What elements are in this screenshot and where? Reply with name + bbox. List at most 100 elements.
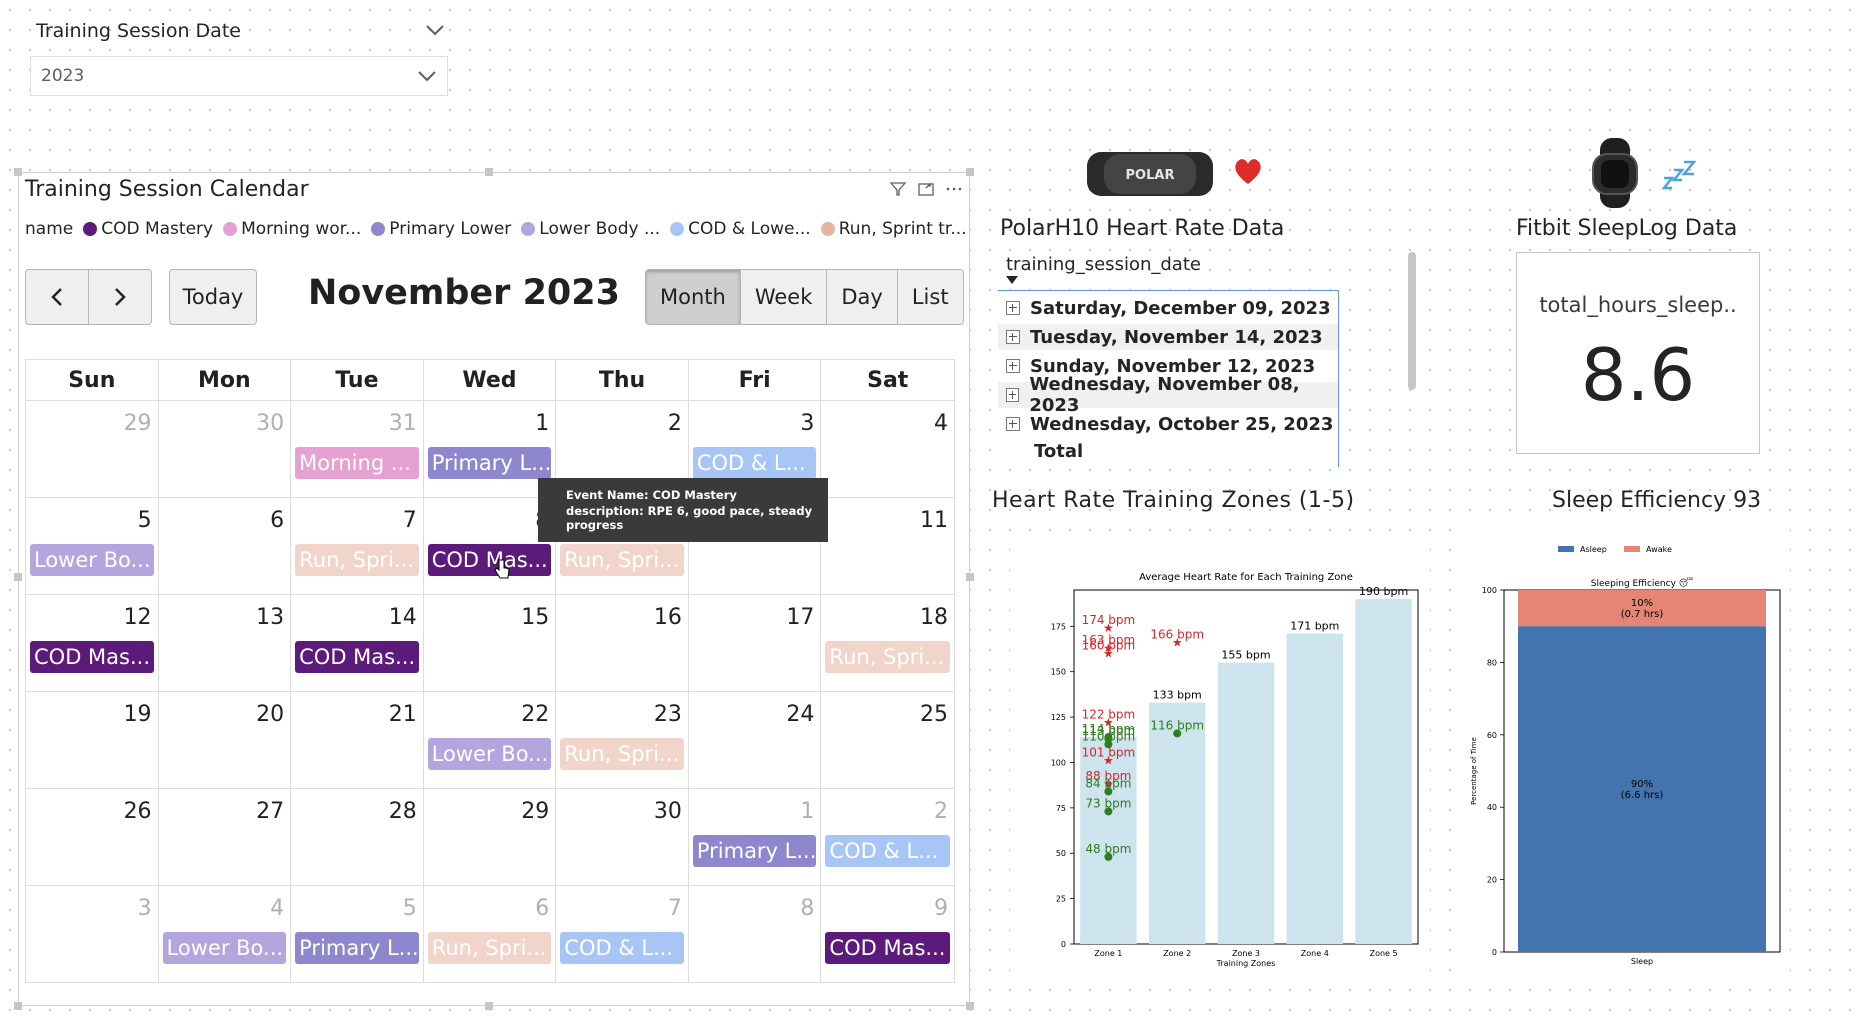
legend-item[interactable]: Morning wor... xyxy=(223,219,361,239)
expand-plus-icon[interactable] xyxy=(1006,359,1020,373)
day-cell[interactable]: 29 xyxy=(424,789,557,885)
day-cell[interactable]: 5 Primary L... xyxy=(291,886,424,982)
day-number[interactable]: 1 xyxy=(535,411,549,436)
day-number[interactable]: 9 xyxy=(934,896,948,921)
day-number[interactable]: 16 xyxy=(654,605,682,630)
day-cell[interactable]: 2 COD & L... xyxy=(821,789,954,885)
day-number[interactable]: 23 xyxy=(654,702,682,727)
day-number[interactable]: 27 xyxy=(256,799,284,824)
day-cell[interactable]: 14 COD Mas... xyxy=(291,595,424,691)
day-cell[interactable]: 31 Morning ... xyxy=(291,401,424,497)
resize-handle[interactable] xyxy=(966,1002,974,1010)
day-number[interactable]: 14 xyxy=(389,605,417,630)
day-cell[interactable]: 4 xyxy=(821,401,954,497)
calendar-event[interactable]: Primary L... xyxy=(427,447,552,479)
prev-month-button[interactable] xyxy=(26,270,89,324)
matrix-row[interactable]: Wednesday, November 08, 2023 xyxy=(998,374,1338,416)
more-options-icon[interactable] xyxy=(945,181,963,197)
focus-mode-icon[interactable] xyxy=(917,181,935,197)
day-number[interactable]: 29 xyxy=(124,411,152,436)
resize-handle[interactable] xyxy=(966,168,974,176)
day-number[interactable]: 22 xyxy=(521,702,549,727)
day-cell[interactable]: 6 Run, Spri... xyxy=(424,886,557,982)
day-number[interactable]: 2 xyxy=(934,799,948,824)
day-number[interactable]: 17 xyxy=(786,605,814,630)
day-number[interactable]: 31 xyxy=(389,411,417,436)
calendar-event[interactable]: Lower Bo... xyxy=(427,738,552,770)
day-number[interactable]: 5 xyxy=(403,896,417,921)
day-cell[interactable]: 17 xyxy=(689,595,822,691)
year-dropdown[interactable]: 2023 xyxy=(30,56,448,96)
calendar-event[interactable]: Primary L... xyxy=(295,932,419,964)
calendar-event[interactable]: Primary L... xyxy=(692,835,817,867)
resize-handle[interactable] xyxy=(485,168,493,176)
day-cell[interactable]: 28 xyxy=(291,789,424,885)
day-number[interactable]: 5 xyxy=(138,508,152,533)
legend-item[interactable]: Run, Sprint tr... xyxy=(820,219,967,239)
chevron-down-icon[interactable] xyxy=(424,22,446,38)
matrix-row[interactable]: Saturday, December 09, 2023 xyxy=(998,295,1338,321)
day-number[interactable]: 24 xyxy=(786,702,814,727)
expand-plus-icon[interactable] xyxy=(1006,417,1020,431)
day-number[interactable]: 19 xyxy=(124,702,152,727)
day-number[interactable]: 4 xyxy=(934,411,948,436)
resize-handle[interactable] xyxy=(14,168,22,176)
day-number[interactable]: 8 xyxy=(800,896,814,921)
day-cell[interactable]: 3 xyxy=(26,886,159,982)
day-number[interactable]: 3 xyxy=(138,896,152,921)
calendar-event[interactable]: Run, Spri... xyxy=(295,544,419,576)
day-cell[interactable]: 11 xyxy=(821,498,954,594)
calendar-event[interactable]: Lower Bo... xyxy=(162,932,287,964)
day-number[interactable]: 3 xyxy=(800,411,814,436)
day-number[interactable]: 26 xyxy=(124,799,152,824)
vertical-scrollbar[interactable] xyxy=(1408,252,1416,390)
day-number[interactable]: 30 xyxy=(256,411,284,436)
day-cell[interactable]: 1 Primary L... xyxy=(689,789,822,885)
day-number[interactable]: 21 xyxy=(389,702,417,727)
day-cell[interactable]: 7 COD & L... xyxy=(556,886,689,982)
day-cell[interactable]: 27 xyxy=(159,789,292,885)
day-number[interactable]: 6 xyxy=(535,896,549,921)
day-cell[interactable]: 30 xyxy=(159,401,292,497)
day-number[interactable]: 1 xyxy=(800,799,814,824)
calendar-event[interactable]: COD Mas... xyxy=(295,641,419,673)
matrix-row[interactable]: Wednesday, October 25, 2023 xyxy=(998,411,1338,437)
day-cell[interactable]: 6 xyxy=(159,498,292,594)
day-cell[interactable]: 18 Run, Spri... xyxy=(821,595,954,691)
day-cell[interactable]: 4 Lower Bo... xyxy=(159,886,292,982)
view-week-button[interactable]: Week xyxy=(740,270,828,324)
legend-item[interactable]: Lower Body ... xyxy=(521,219,660,239)
next-month-button[interactable] xyxy=(89,270,151,324)
calendar-event[interactable]: COD Mas... xyxy=(30,641,154,673)
day-cell[interactable]: 30 xyxy=(556,789,689,885)
view-month-button[interactable]: Month xyxy=(646,270,741,324)
day-number[interactable]: 20 xyxy=(256,702,284,727)
day-cell[interactable]: 29 xyxy=(26,401,159,497)
day-number[interactable]: 13 xyxy=(256,605,284,630)
day-number[interactable]: 25 xyxy=(920,702,948,727)
legend-item[interactable]: COD Mastery xyxy=(83,219,213,239)
day-number[interactable]: 7 xyxy=(668,896,682,921)
day-cell[interactable]: 7 Run, Spri... xyxy=(291,498,424,594)
day-cell[interactable]: 25 xyxy=(821,692,954,788)
day-cell[interactable]: 13 xyxy=(159,595,292,691)
day-cell[interactable]: 9 COD Mas... xyxy=(821,886,954,982)
resize-handle[interactable] xyxy=(966,573,974,581)
calendar-event[interactable]: Lower Bo... xyxy=(30,544,154,576)
calendar-event[interactable]: COD Mas... xyxy=(825,932,950,964)
day-cell[interactable]: 15 xyxy=(424,595,557,691)
day-number[interactable]: 18 xyxy=(920,605,948,630)
today-button[interactable]: Today xyxy=(169,269,257,325)
day-number[interactable]: 6 xyxy=(270,508,284,533)
matrix-row[interactable]: Tuesday, November 14, 2023 xyxy=(998,324,1338,350)
calendar-event[interactable]: COD & L... xyxy=(825,835,950,867)
calendar-event[interactable]: COD Mas... xyxy=(427,544,552,576)
day-number[interactable]: 29 xyxy=(521,799,549,824)
day-cell[interactable]: 19 xyxy=(26,692,159,788)
day-cell[interactable]: 22 Lower Bo... xyxy=(424,692,557,788)
day-number[interactable]: 15 xyxy=(521,605,549,630)
calendar-event[interactable]: Run, Spri... xyxy=(560,544,684,576)
resize-handle[interactable] xyxy=(14,573,22,581)
expand-plus-icon[interactable] xyxy=(1006,330,1020,344)
view-day-button[interactable]: Day xyxy=(827,270,898,324)
